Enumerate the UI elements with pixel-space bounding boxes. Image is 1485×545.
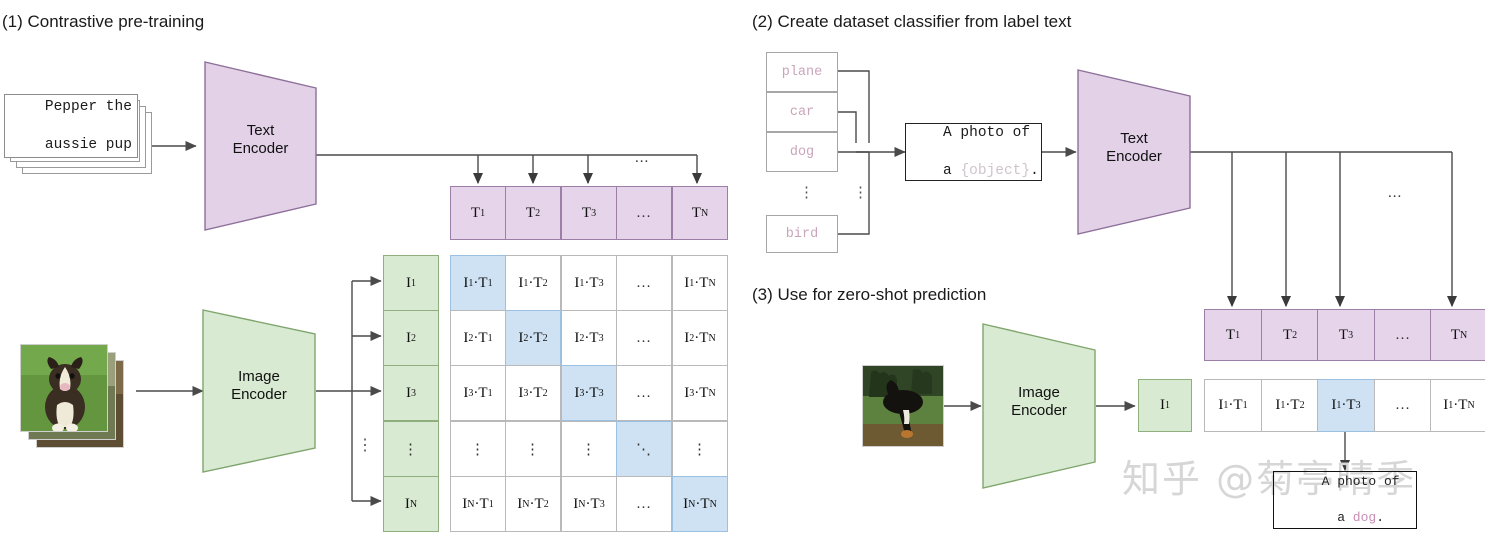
label-bus-ellipsis: ⋮ — [853, 185, 868, 201]
panel1-image-embedding-5: IN — [383, 476, 439, 532]
matrix-cell-r1c4: … — [616, 255, 672, 311]
panel3-image-encoder: Image Encoder — [981, 322, 1097, 490]
label-box-dog: dog — [766, 132, 838, 172]
matrix-cell-r4c3: ⋮ — [561, 421, 617, 477]
matrix-cell-r2c1: I 2 ·T 1 — [450, 310, 506, 366]
panel3-image-encoder-line1: Image — [1018, 384, 1060, 401]
panel1-text-encoder: Text Encoder — [203, 60, 318, 232]
panel1-text-embedding-4: … — [616, 186, 672, 240]
matrix-cell-r4c1: ⋮ — [450, 421, 506, 477]
prediction-line-2-suffix: . — [1376, 510, 1385, 525]
panel1-text-encoder-line2: Encoder — [232, 140, 289, 157]
panel-3-title: (3) Use for zero-shot prediction — [752, 285, 987, 304]
matrix-cell-r5c5: I N ·T N — [672, 476, 728, 532]
prediction-box: A photo of a dog. — [1273, 471, 1417, 529]
panel3-score-4: … — [1374, 379, 1432, 432]
panel3-image-embedding: I1 — [1138, 379, 1192, 432]
matrix-cell-r3c5: I 3 ·T N — [672, 365, 728, 421]
prediction-line-2-prefix: a — [1337, 510, 1353, 525]
panel1-image-embedding-4: ⋮ — [383, 421, 439, 477]
label-box-plane: plane — [766, 52, 838, 92]
panel2-top-ellipsis: ... — [1388, 185, 1403, 201]
matrix-cell-r3c1: I 3 ·T 1 — [450, 365, 506, 421]
panel3-text-embedding-2: T2 — [1261, 309, 1319, 361]
matrix-cell-r5c1: I N ·T 1 — [450, 476, 506, 532]
panel1-text-embedding-3: T3 — [561, 186, 617, 240]
panel1-text-embedding-5: TN — [672, 186, 728, 240]
panel1-image-column-ellipsis: ⋮ — [357, 437, 373, 454]
panel3-query-image — [862, 365, 944, 447]
panel1-text-embedding-2: T2 — [505, 186, 561, 240]
label-box-bird: bird — [766, 215, 838, 253]
prediction-label: dog — [1352, 510, 1377, 525]
matrix-cell-r4c2: ⋮ — [505, 421, 561, 477]
prompt-line-2-suffix: . — [1030, 162, 1039, 179]
matrix-cell-r1c5: I 1 ·T N — [672, 255, 728, 311]
panel3-score-5: I 1 ·T N — [1430, 379, 1485, 432]
matrix-cell-r4c4: ⋱ — [616, 421, 672, 477]
panel1-top-ellipsis: ... — [635, 150, 650, 166]
panel3-score-3: I 1 ·T 3 — [1317, 379, 1375, 432]
prompt-template-box: A photo of a {object}. — [905, 123, 1042, 181]
panel1-text-embedding-1: T1 — [450, 186, 506, 240]
image-stack-front-dog-photo — [20, 344, 108, 432]
matrix-cell-r5c3: I N ·T 3 — [561, 476, 617, 532]
panel1-image-embedding-2: I2 — [383, 310, 439, 366]
matrix-cell-r5c4: … — [616, 476, 672, 532]
matrix-cell-r1c1: I 1 ·T 1 — [450, 255, 506, 311]
prediction-line-1: A photo of — [1321, 474, 1400, 489]
matrix-cell-r2c2: I 2 ·T 2 — [505, 310, 561, 366]
panel3-text-embedding-3: T3 — [1317, 309, 1375, 361]
panel-1-title: (1) Contrastive pre-training — [2, 12, 205, 31]
matrix-cell-r2c4: … — [616, 310, 672, 366]
label-box-car: car — [766, 92, 838, 132]
panel3-image-encoder-line2: Encoder — [1011, 402, 1067, 419]
matrix-cell-r1c3: I 1 ·T 3 — [561, 255, 617, 311]
panel3-image-embedding-sub: 1 — [1165, 400, 1170, 411]
matrix-cell-r3c2: I 3 ·T 2 — [505, 365, 561, 421]
prompt-object-placeholder: {object} — [960, 162, 1031, 179]
panel3-text-embedding-1: T1 — [1204, 309, 1262, 361]
panel3-score-1: I 1 ·T 1 — [1204, 379, 1262, 432]
panel3-score-2: I 1 ·T 2 — [1261, 379, 1319, 432]
matrix-cell-r2c5: I 2 ·T N — [672, 310, 728, 366]
matrix-cell-r5c2: I N ·T 2 — [505, 476, 561, 532]
caption-card: Pepper the aussie pup — [4, 94, 138, 158]
panel1-image-encoder-line2: Encoder — [231, 386, 287, 403]
panel3-text-embedding-4: … — [1374, 309, 1432, 361]
panel-2-title: (2) Create dataset classifier from label… — [752, 12, 1072, 31]
panel2-text-encoder: Text Encoder — [1076, 68, 1192, 236]
matrix-cell-r1c2: I 1 ·T 2 — [505, 255, 561, 311]
panel1-image-encoder: Image Encoder — [201, 308, 317, 474]
label-list-ellipsis: ⋮ — [799, 185, 814, 201]
matrix-cell-r4c5: ⋮ — [672, 421, 728, 477]
panel2-text-encoder-line1: Text — [1120, 130, 1148, 147]
panel1-image-encoder-line1: Image — [238, 368, 280, 385]
prompt-line-1: A photo of — [943, 124, 1031, 141]
matrix-cell-r2c3: I 2 ·T 3 — [561, 310, 617, 366]
matrix-cell-r3c4: … — [616, 365, 672, 421]
caption-line-2: aussie pup — [44, 136, 132, 153]
panel1-text-encoder-line1: Text — [246, 122, 275, 139]
matrix-cell-r3c3: I 3 ·T 3 — [561, 365, 617, 421]
panel2-text-encoder-line2: Encoder — [1106, 148, 1162, 165]
panel1-image-embedding-1: I1 — [383, 255, 439, 311]
panel3-text-embedding-5: TN — [1430, 309, 1485, 361]
prompt-line-2-prefix: a — [943, 162, 961, 179]
panel1-image-embedding-3: I3 — [383, 365, 439, 421]
caption-line-1: Pepper the — [44, 98, 132, 115]
